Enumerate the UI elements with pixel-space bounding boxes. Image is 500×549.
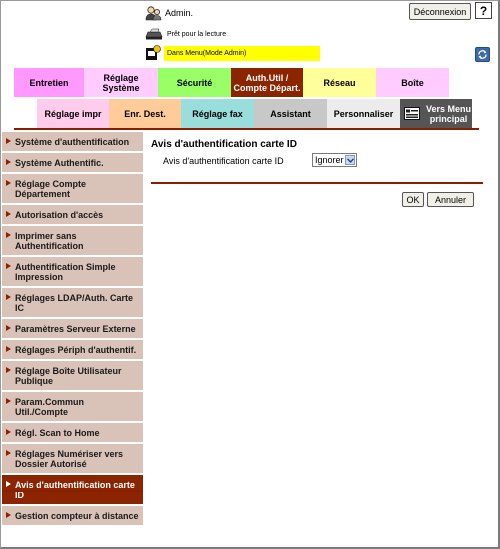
help-button[interactable]: ? bbox=[475, 2, 492, 19]
help-icon: ? bbox=[479, 3, 488, 18]
status-line: Prêt pour la lecture bbox=[145, 28, 226, 40]
tab-reglage-impr[interactable]: Réglage impr bbox=[37, 99, 109, 128]
status-text: Prêt pour la lecture bbox=[167, 30, 227, 38]
sidebar: Système d'authentification Système Authe… bbox=[2, 132, 143, 527]
sidebar-item-regl-scan-to-home[interactable]: Régl. Scan to Home bbox=[2, 423, 143, 442]
user-label: Admin. bbox=[165, 8, 194, 18]
mode-text: Dans Menu(Mode Admin) bbox=[167, 49, 247, 57]
ok-button[interactable]: OK bbox=[402, 192, 424, 207]
content-divider bbox=[151, 182, 483, 184]
tab-entretien[interactable]: Entretien bbox=[14, 68, 84, 97]
arrow-right-icon bbox=[6, 180, 11, 186]
sidebar-item-reglages-periph-authentif[interactable]: Réglages Périph d'authentif. bbox=[2, 340, 143, 359]
sidebar-item-reglage-compte-departement[interactable]: Réglage Compte Département bbox=[2, 174, 143, 203]
sidebar-item-authentification-simple-impression[interactable]: Authentification Simple Impression bbox=[2, 257, 143, 286]
arrow-right-icon bbox=[6, 481, 11, 487]
arrow-right-icon bbox=[6, 450, 11, 456]
sidebar-item-parametres-serveur-externe[interactable]: Paramètres Serveur Externe bbox=[2, 319, 143, 338]
user-indicator: Admin. bbox=[145, 4, 193, 22]
sidebar-item-reglages-ldap-carte-ic[interactable]: Réglages LDAP/Auth. Carte IC bbox=[2, 288, 143, 317]
admin-user-icon bbox=[145, 6, 162, 21]
tab-reglage-fax[interactable]: Réglage fax bbox=[181, 99, 254, 128]
sidebar-item-systeme-authentification[interactable]: Système d'authentification bbox=[2, 132, 143, 151]
arrow-right-icon bbox=[6, 367, 11, 373]
refresh-button[interactable] bbox=[475, 47, 490, 62]
refresh-icon bbox=[478, 50, 487, 59]
tab-boite[interactable]: Boîte bbox=[376, 68, 449, 97]
arrow-right-icon bbox=[6, 398, 11, 404]
arrow-right-icon bbox=[6, 325, 11, 331]
tab-reseau[interactable]: Réseau bbox=[303, 68, 376, 97]
arrow-right-icon bbox=[6, 512, 11, 518]
sidebar-item-reglages-numeriser-dossier-autorise[interactable]: Réglages Numériser vers Dossier Autorisé bbox=[2, 444, 143, 473]
mode-line: Dans Menu(Mode Admin) bbox=[145, 45, 320, 61]
select-value: Ignorer bbox=[315, 155, 344, 165]
field-label: Avis d'authentification carte ID bbox=[163, 156, 284, 166]
tab-personnaliser[interactable]: Personnaliser bbox=[327, 99, 400, 128]
tab-enr-dest[interactable]: Enr. Dest. bbox=[109, 99, 181, 128]
arrow-right-icon bbox=[6, 429, 11, 435]
arrow-right-icon bbox=[6, 211, 11, 217]
sidebar-item-imprimer-sans-authentification[interactable]: Imprimer sans Authentification bbox=[2, 226, 143, 255]
tab-auth-util-compte-depart[interactable]: Auth.Util / Compte Départ. bbox=[231, 68, 303, 97]
arrow-right-icon bbox=[6, 159, 11, 165]
sidebar-item-autorisation-acces[interactable]: Autorisation d'accès bbox=[2, 205, 143, 224]
mode-bar: Dans Menu(Mode Admin) bbox=[164, 45, 320, 61]
main-menu-icon bbox=[404, 107, 420, 120]
tab-divider-line bbox=[14, 128, 479, 130]
tab-vers-menu-principal[interactable]: Vers Menu principal bbox=[400, 99, 472, 128]
chevron-down-icon bbox=[345, 155, 355, 165]
admin-mode-icon bbox=[146, 45, 161, 60]
arrow-right-icon bbox=[6, 263, 11, 269]
arrow-right-icon bbox=[6, 232, 11, 238]
sidebar-item-systeme-authentific[interactable]: Système Authentific. bbox=[2, 153, 143, 172]
tab-reglage-systeme[interactable]: Réglage Système bbox=[84, 68, 158, 97]
arrow-right-icon bbox=[6, 138, 11, 144]
sidebar-item-param-commun-util-compte[interactable]: Param.Commun Util./Compte bbox=[2, 392, 143, 421]
sidebar-item-gestion-compteur-distance[interactable]: Gestion compteur à distance bbox=[2, 506, 143, 525]
arrow-right-icon bbox=[6, 346, 11, 352]
tab-assistant[interactable]: Assistant bbox=[254, 99, 327, 128]
arrow-right-icon bbox=[6, 294, 11, 300]
page-title: Avis d'authentification carte ID bbox=[151, 139, 297, 150]
tab-securite[interactable]: Sécurité bbox=[158, 68, 231, 97]
notification-select[interactable]: Ignorer bbox=[312, 153, 357, 167]
sidebar-item-reglage-boite-utilisateur-publique[interactable]: Réglage Boîte Utilisateur Publique bbox=[2, 361, 143, 390]
cancel-button[interactable]: Annuler bbox=[427, 192, 474, 207]
printer-icon bbox=[145, 28, 163, 40]
logout-button[interactable]: Déconnexion bbox=[409, 3, 471, 20]
sidebar-bottom-line bbox=[2, 490, 143, 492]
